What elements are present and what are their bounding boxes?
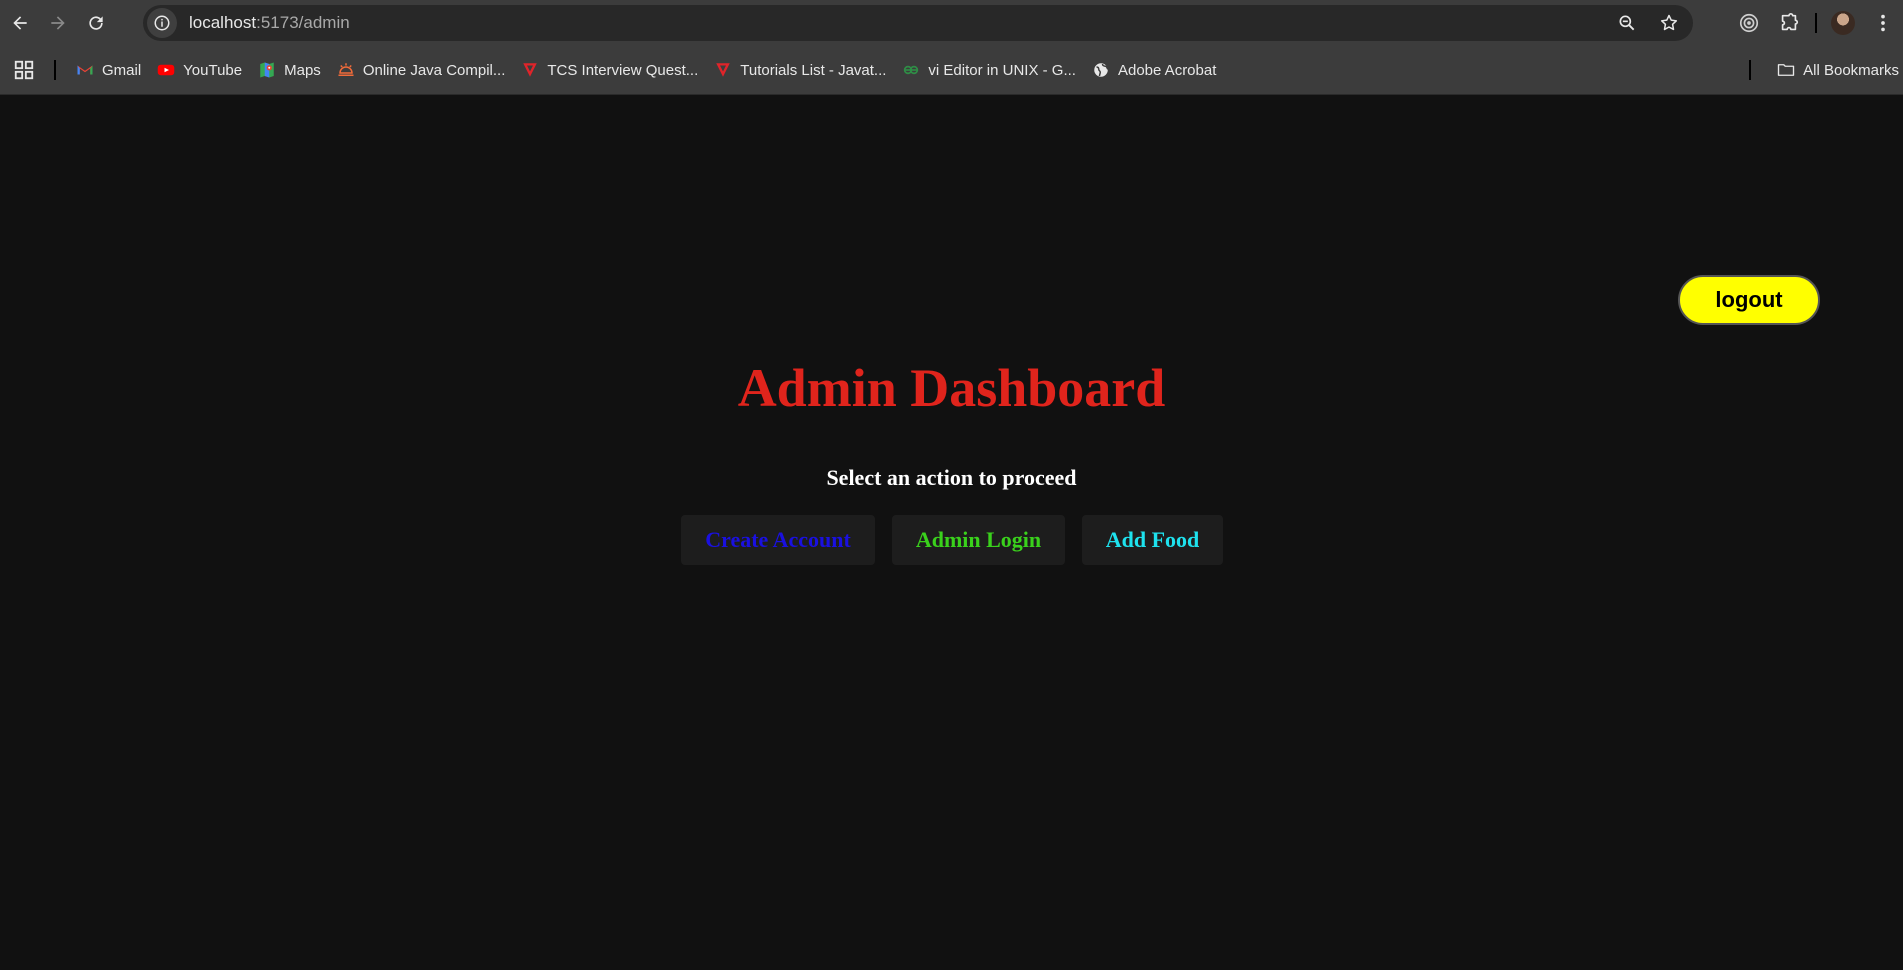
- bookmark-label: Online Java Compil...: [362, 61, 506, 79]
- site-info-button[interactable]: [147, 8, 177, 38]
- url-host: localhost: [189, 13, 257, 32]
- extension-button[interactable]: [1729, 3, 1769, 43]
- create-account-button[interactable]: Create Account: [681, 515, 875, 565]
- bookmark-label: TCS Interview Quest...: [547, 61, 699, 79]
- extensions-button[interactable]: [1769, 3, 1809, 43]
- more-vert-icon: [1881, 14, 1885, 32]
- add-food-button[interactable]: Add Food: [1082, 515, 1223, 565]
- arrow-left-icon: [13, 16, 27, 30]
- gmail-icon: [76, 61, 94, 79]
- compiler-icon: [337, 61, 355, 79]
- zoom-icon[interactable]: [1617, 13, 1637, 33]
- bookmark-tutorials-list[interactable]: Tutorials List - Javat...: [708, 54, 896, 86]
- apps-button[interactable]: [12, 58, 36, 82]
- bookmarks-separator: [54, 60, 56, 80]
- arrow-right-icon: [51, 16, 65, 30]
- bookmark-label: vi Editor in UNIX - G...: [928, 61, 1076, 79]
- toolbar-separator: [1815, 13, 1817, 33]
- browser-toolbar: localhost:5173/admin: [0, 0, 1903, 46]
- bookmark-youtube[interactable]: YouTube: [151, 54, 252, 86]
- bookmarks-separator: [1749, 60, 1752, 80]
- all-bookmarks-button[interactable]: All Bookmarks: [1771, 54, 1903, 86]
- bookmark-online-java-compiler[interactable]: Online Java Compil...: [331, 54, 516, 86]
- all-bookmarks-label: All Bookmarks: [1803, 61, 1899, 79]
- bookmark-maps[interactable]: Maps: [252, 54, 331, 86]
- puzzle-icon: [1781, 13, 1799, 31]
- bookmark-gmail[interactable]: Gmail: [70, 54, 151, 86]
- globe-icon: [1092, 61, 1110, 79]
- bookmarks-bar: Gmail YouTube Maps Online Java Compil...…: [0, 46, 1903, 95]
- youtube-icon: [157, 61, 175, 79]
- back-button[interactable]: [2, 5, 38, 41]
- page-subtitle: Select an action to proceed: [826, 465, 1077, 490]
- action-buttons: Create Account Admin Login Add Food: [681, 515, 1223, 565]
- address-bar[interactable]: localhost:5173/admin: [143, 5, 1693, 41]
- bookmark-label: YouTube: [183, 61, 243, 79]
- page-title: Admin Dashboard: [737, 358, 1166, 418]
- reload-button[interactable]: [78, 5, 114, 41]
- profile-button[interactable]: [1823, 3, 1863, 43]
- menu-button[interactable]: [1863, 3, 1903, 43]
- logout-button[interactable]: logout: [1678, 275, 1820, 325]
- info-icon: [154, 15, 170, 31]
- star-icon[interactable]: [1659, 13, 1679, 33]
- bookmark-label: Adobe Acrobat: [1117, 61, 1217, 79]
- bookmark-adobe-acrobat[interactable]: Adobe Acrobat: [1086, 54, 1226, 86]
- forward-button[interactable]: [40, 5, 76, 41]
- bookmark-vi-editor[interactable]: vi Editor in UNIX - G...: [896, 54, 1086, 86]
- url-path: :5173/admin: [256, 13, 350, 32]
- target-icon: [1739, 13, 1759, 33]
- reload-icon: [89, 16, 103, 30]
- bookmark-label: Gmail: [102, 61, 142, 79]
- bookmark-label: Tutorials List - Javat...: [740, 61, 887, 79]
- bookmark-label: Maps: [284, 61, 321, 79]
- javatpoint-icon: [521, 61, 539, 79]
- url-text: localhost:5173/admin: [189, 13, 350, 33]
- bookmark-tcs-interview[interactable]: TCS Interview Quest...: [515, 54, 708, 86]
- page-content: logout Admin Dashboard Select an action …: [0, 95, 1903, 970]
- javatpoint-icon: [714, 61, 732, 79]
- avatar: [1831, 11, 1855, 35]
- maps-icon: [258, 61, 276, 79]
- folder-icon: [1777, 61, 1795, 79]
- geeksforgeeks-icon: [902, 61, 920, 79]
- admin-login-button[interactable]: Admin Login: [892, 515, 1065, 565]
- apps-grid-icon: [14, 60, 34, 80]
